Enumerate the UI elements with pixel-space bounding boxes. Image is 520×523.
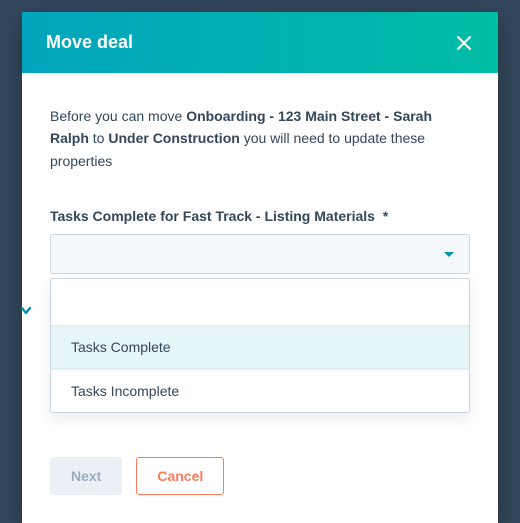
modal-actions: Next Cancel	[50, 457, 470, 495]
intro-prefix: Before you can move	[50, 108, 186, 124]
close-button[interactable]	[454, 33, 474, 53]
modal-backdrop: Move deal Before you can move Onboarding…	[0, 0, 520, 523]
field-label: Tasks Complete for Fast Track - Listing …	[50, 208, 470, 224]
dropdown-option-label: Tasks Complete	[71, 339, 171, 355]
move-deal-modal: Move deal Before you can move Onboarding…	[22, 12, 498, 523]
modal-header: Move deal	[22, 12, 498, 73]
dropdown-option[interactable]: Tasks Complete	[51, 325, 469, 369]
next-button[interactable]: Next	[50, 457, 122, 495]
intro-middle: to	[89, 130, 108, 146]
expand-chevron-icon[interactable]	[19, 303, 33, 317]
select-input[interactable]	[50, 234, 470, 274]
dropdown-spacer	[51, 279, 469, 325]
select-dropdown: Tasks Complete Tasks Incomplete	[50, 278, 470, 413]
modal-title: Move deal	[46, 32, 133, 53]
field-label-text: Tasks Complete for Fast Track - Listing …	[50, 208, 375, 224]
dropdown-option[interactable]: Tasks Incomplete	[51, 369, 469, 412]
close-icon	[456, 35, 472, 51]
dropdown-option-label: Tasks Incomplete	[71, 383, 179, 399]
next-button-label: Next	[71, 468, 101, 484]
intro-target-stage: Under Construction	[108, 130, 239, 146]
cancel-button-label: Cancel	[157, 468, 203, 484]
required-asterisk: *	[383, 208, 388, 224]
chevron-down-icon	[443, 246, 455, 262]
intro-text: Before you can move Onboarding - 123 Mai…	[50, 105, 470, 172]
cancel-button[interactable]: Cancel	[136, 457, 224, 495]
modal-body: Before you can move Onboarding - 123 Mai…	[22, 73, 498, 523]
